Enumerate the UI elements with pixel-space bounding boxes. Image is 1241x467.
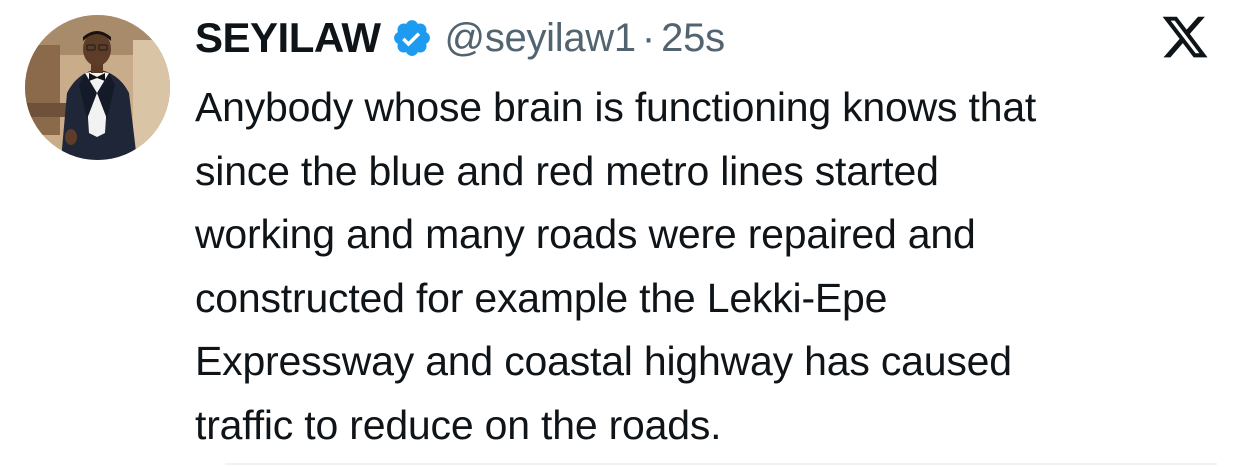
tweet-text: Anybody whose brain is functioning knows… — [195, 84, 1037, 448]
header-separator: · — [641, 15, 656, 60]
avatar-photo — [25, 15, 170, 160]
avatar[interactable] — [25, 15, 170, 160]
tweet-card[interactable]: SEYILAW @seyilaw1 · 25s Anybody whose br… — [0, 0, 1241, 467]
author-display-name[interactable]: SEYILAW — [195, 14, 381, 62]
verified-badge-icon — [391, 17, 433, 59]
divider — [225, 463, 1217, 465]
tweet-timestamp[interactable]: 25s — [661, 16, 725, 61]
author-handle[interactable]: @seyilaw1 — [445, 16, 637, 61]
tweet-header: SEYILAW @seyilaw1 · 25s — [195, 10, 725, 66]
x-logo-icon — [1158, 12, 1212, 62]
